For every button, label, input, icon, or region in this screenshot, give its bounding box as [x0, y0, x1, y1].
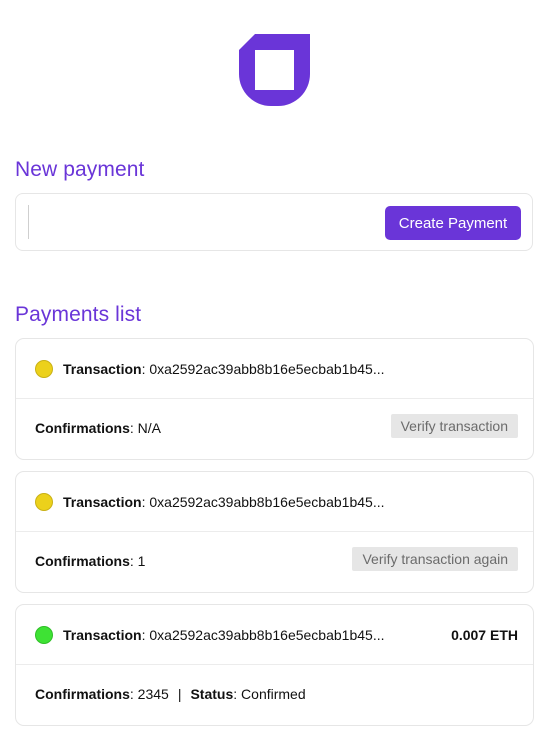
payment-input[interactable] [28, 205, 368, 239]
confirmations-value: 2345 [137, 686, 169, 702]
payment-card-header: Transaction: 0xa2592ac39abb8b16e5ecbab1b… [16, 605, 533, 665]
confirmations-label: Confirmations [35, 686, 130, 702]
transaction-label: Transaction [63, 627, 142, 643]
payment-card-footer: Confirmations: N/A Verify transaction [16, 399, 533, 459]
create-payment-button[interactable]: Create Payment [385, 206, 521, 240]
confirmed-status-dot-icon [35, 626, 53, 644]
verify-transaction-button[interactable]: Verify transaction [390, 414, 518, 438]
brand-logo-icon [239, 34, 310, 106]
confirmations-line: Confirmations: N/A [35, 420, 162, 436]
transaction-hash: 0xa2592ac39abb8b16e5ecbab1b45... [149, 494, 385, 510]
payment-card-header: Transaction: 0xa2592ac39abb8b16e5ecbab1b… [16, 339, 533, 399]
pending-status-dot-icon [35, 493, 53, 511]
payment-amount: 0.007 ETH [451, 627, 518, 643]
transaction-hash: 0xa2592ac39abb8b16e5ecbab1b45... [149, 361, 385, 377]
payment-card: Transaction: 0xa2592ac39abb8b16e5ecbab1b… [15, 604, 534, 726]
transaction-line: Transaction: 0xa2592ac39abb8b16e5ecbab1b… [63, 361, 385, 377]
transaction-label: Transaction [63, 361, 142, 377]
separator: | [177, 686, 182, 702]
payment-card-footer: Confirmations: 1 Verify transaction agai… [16, 532, 533, 592]
confirmations-value: N/A [137, 420, 162, 436]
payment-card-header: Transaction: 0xa2592ac39abb8b16e5ecbab1b… [16, 472, 533, 532]
confirmations-label: Confirmations [35, 420, 130, 436]
new-payment-title: New payment [15, 158, 145, 181]
confirmations-value: 1 [137, 553, 146, 569]
transaction-label: Transaction [63, 494, 142, 510]
transaction-line: Transaction: 0xa2592ac39abb8b16e5ecbab1b… [63, 627, 385, 643]
status-label: Status [190, 686, 234, 702]
payment-card-footer: Confirmations: 2345 | Status: Confirmed [16, 665, 533, 725]
verify-transaction-again-button[interactable]: Verify transaction again [352, 547, 518, 571]
transaction-hash: 0xa2592ac39abb8b16e5ecbab1b45... [149, 627, 385, 643]
confirmations-line: Confirmations: 1 [35, 553, 146, 569]
transaction-line: Transaction: 0xa2592ac39abb8b16e5ecbab1b… [63, 494, 385, 510]
payment-card: Transaction: 0xa2592ac39abb8b16e5ecbab1b… [15, 338, 534, 460]
new-payment-form: Create Payment [15, 193, 533, 251]
payments-page: New payment Create Payment Payments list… [0, 0, 552, 743]
payments-list-title: Payments list [15, 303, 142, 326]
pending-status-dot-icon [35, 360, 53, 378]
confirmations-line: Confirmations: 2345 | Status: Confirmed [35, 686, 306, 702]
payment-card: Transaction: 0xa2592ac39abb8b16e5ecbab1b… [15, 471, 534, 593]
status-value: Confirmed [241, 686, 306, 702]
confirmations-label: Confirmations [35, 553, 130, 569]
